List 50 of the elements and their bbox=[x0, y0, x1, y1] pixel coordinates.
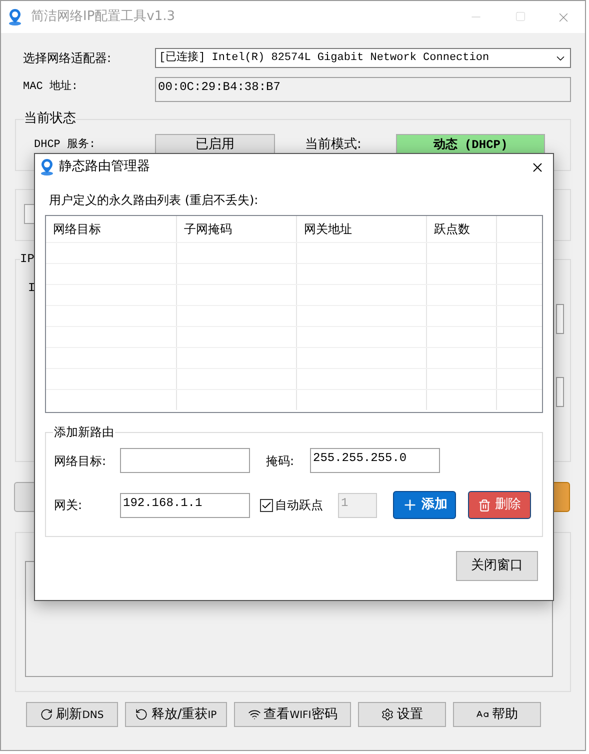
checkbox-label: 自动跃点 bbox=[275, 497, 323, 514]
text-field[interactable] bbox=[556, 377, 564, 407]
app-icon bbox=[39, 158, 55, 176]
table-row[interactable] bbox=[46, 263, 542, 284]
toolbar-button[interactable]: 刷新DNS bbox=[26, 702, 118, 727]
close-window-button[interactable]: 关闭窗口 bbox=[456, 551, 538, 581]
table-row[interactable] bbox=[46, 368, 542, 389]
mask-field[interactable]: 255.255.255.0 bbox=[310, 448, 440, 473]
column-header[interactable]: 网络目标 bbox=[46, 216, 177, 242]
mode-label: 当前模式: bbox=[305, 136, 362, 154]
settings-icon bbox=[381, 708, 394, 721]
maximize-icon[interactable] bbox=[515, 10, 526, 22]
window-title: 简洁网络IP配置工具v1.3 bbox=[31, 8, 176, 26]
table-row[interactable] bbox=[46, 284, 542, 305]
field-label: 网关: bbox=[54, 497, 84, 514]
add-button[interactable]: 添加 bbox=[393, 491, 456, 519]
app-icon bbox=[7, 8, 23, 26]
table-row[interactable] bbox=[46, 326, 542, 347]
gateway-field[interactable]: 192.168.1.1 bbox=[120, 492, 250, 518]
field-label: 掩码: bbox=[266, 452, 296, 470]
auto-metric-checkbox[interactable] bbox=[260, 498, 273, 512]
adapter-label: 选择网络适配器: bbox=[23, 50, 112, 67]
destination-field[interactable] bbox=[120, 448, 250, 473]
table-row[interactable] bbox=[46, 305, 542, 326]
column-header[interactable]: 网关地址 bbox=[297, 216, 427, 242]
column-header[interactable]: 子网掩码 bbox=[177, 216, 297, 242]
table-row[interactable] bbox=[46, 389, 542, 410]
mac-field[interactable]: 00:0C:29:B4:38:B7 bbox=[155, 77, 571, 102]
mac-label: MAC 地址: bbox=[23, 79, 80, 95]
table-row[interactable] bbox=[46, 242, 542, 263]
toolbar-button[interactable]: 帮助 bbox=[453, 702, 541, 727]
toolbar-button[interactable]: 查看WIFI密码 bbox=[234, 702, 351, 727]
plus-icon bbox=[402, 497, 418, 513]
delete-button[interactable]: 删除 bbox=[468, 491, 531, 519]
group-title: 当前状态 bbox=[24, 111, 76, 127]
field-label: I bbox=[28, 280, 36, 297]
table-row[interactable] bbox=[46, 347, 542, 368]
adapter-dropdown[interactable]: [已连接] Intel(R) 82574L Gigabit Network Connection bbox=[155, 48, 571, 68]
text-field[interactable] bbox=[556, 304, 564, 334]
dhcp-label: DHCP 服务: bbox=[34, 137, 97, 153]
dialog-title: 静态路由管理器 bbox=[59, 158, 150, 176]
list-label: 用户定义的永久路由列表 (重启不丢失): bbox=[49, 192, 260, 208]
toolbar-button[interactable]: 设置 bbox=[358, 702, 446, 727]
group-title: 添加新路由 bbox=[53, 424, 115, 440]
column-header[interactable]: 跃点数 bbox=[427, 216, 497, 242]
toolbar-button[interactable]: 释放/重获IP bbox=[125, 702, 227, 727]
refresh-icon bbox=[40, 708, 54, 721]
trash-icon bbox=[478, 498, 491, 512]
refresh-icon bbox=[135, 708, 148, 721]
field-label: 网络目标: bbox=[54, 452, 108, 470]
